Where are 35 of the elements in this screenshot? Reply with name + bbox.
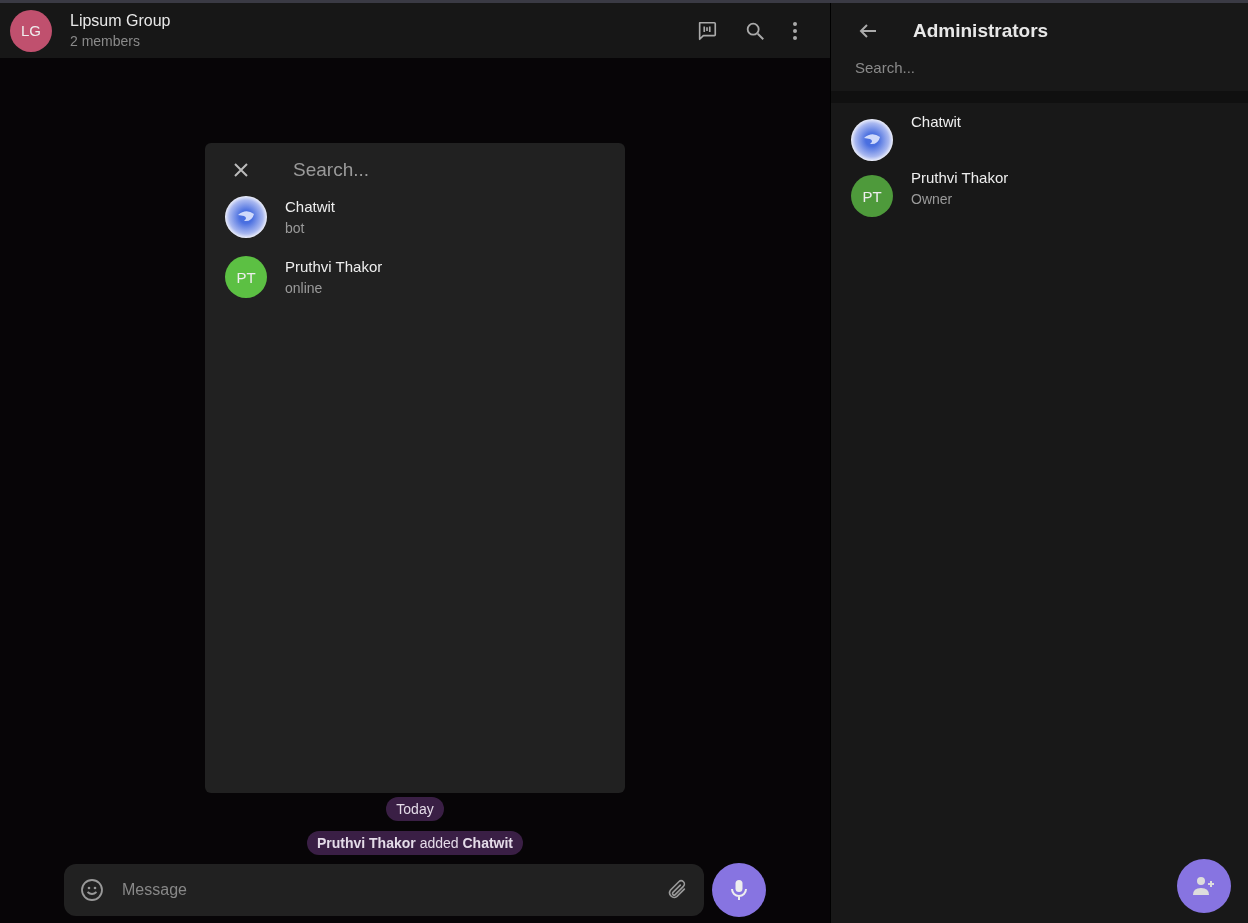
add-person-icon bbox=[1192, 876, 1216, 896]
search-field[interactable]: Search... bbox=[855, 59, 1215, 76]
initials-avatar: PT bbox=[851, 175, 893, 217]
member-status: bot bbox=[285, 220, 306, 236]
message-input[interactable]: Message bbox=[120, 880, 650, 900]
member-name: Pruthvi Thakor bbox=[285, 258, 383, 275]
back-arrow-icon[interactable] bbox=[859, 23, 877, 39]
microphone-icon bbox=[730, 879, 748, 901]
member-item[interactable]: Chatwit bot bbox=[225, 189, 605, 245]
close-icon[interactable] bbox=[233, 162, 249, 178]
panel-title: Administrators bbox=[913, 20, 1049, 42]
emoji-icon[interactable] bbox=[80, 878, 104, 902]
member-count: 2 members bbox=[70, 33, 142, 49]
more-options-icon[interactable] bbox=[792, 20, 798, 41]
admin-role: Owner bbox=[911, 191, 954, 207]
initials-avatar: PT bbox=[225, 256, 267, 298]
paperclip-icon[interactable] bbox=[666, 879, 688, 901]
message-field[interactable]: Message bbox=[64, 864, 704, 916]
group-avatar: LG bbox=[10, 9, 52, 52]
add-admin-button[interactable] bbox=[1177, 859, 1231, 913]
service-message: Today bbox=[386, 797, 444, 821]
search-field[interactable]: Search... bbox=[293, 155, 605, 185]
bot-logo-avatar bbox=[851, 119, 893, 161]
service-message: Pruthvi Thakor added Chatwit bbox=[306, 831, 524, 855]
admin-item[interactable]: PT Pruthvi Thakor Owner bbox=[851, 169, 1228, 225]
microphone-button[interactable] bbox=[712, 863, 766, 917]
group-title: Lipsum Group bbox=[70, 12, 172, 30]
member-name: Chatwit bbox=[285, 198, 336, 215]
admin-item[interactable]: Chatwit bbox=[851, 113, 1228, 169]
admin-name: Pruthvi Thakor bbox=[911, 169, 1009, 186]
chat-bubble-icon[interactable] bbox=[696, 19, 718, 42]
member-item[interactable]: PT Pruthvi Thakor online bbox=[225, 249, 605, 305]
member-status: online bbox=[285, 280, 324, 296]
bot-logo-avatar bbox=[225, 196, 267, 238]
admin-name: Chatwit bbox=[911, 113, 962, 130]
